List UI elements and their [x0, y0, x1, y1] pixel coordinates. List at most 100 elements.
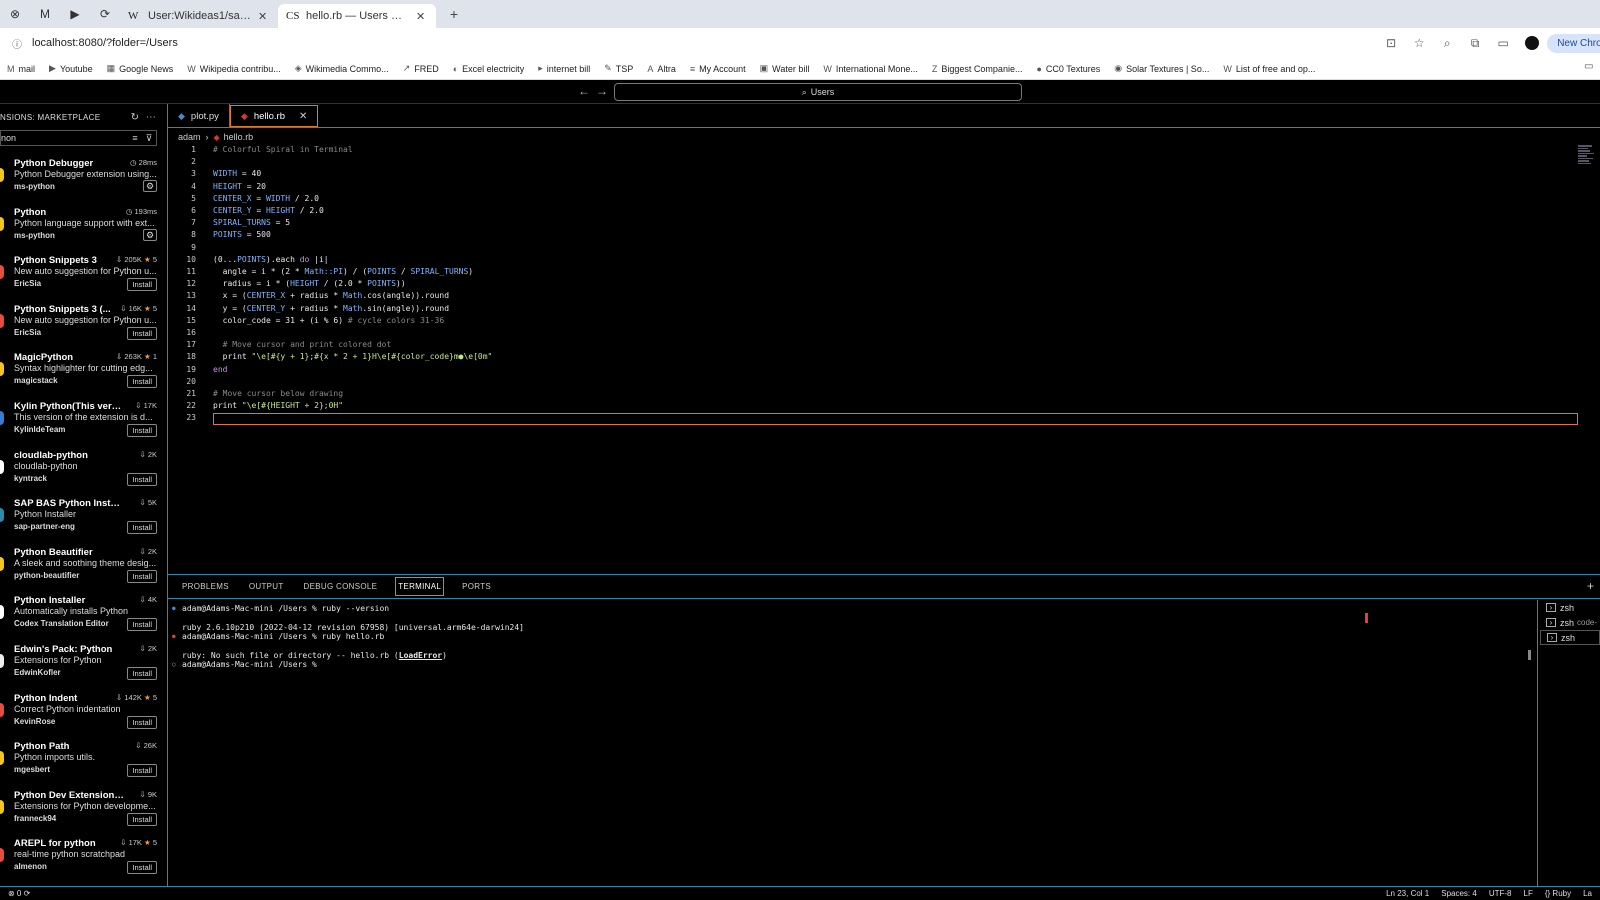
- bookmark-item[interactable]: ≡ My Account: [683, 64, 753, 74]
- bookmark-item[interactable]: W International Mone...: [816, 64, 925, 74]
- install-button[interactable]: Install: [127, 569, 157, 583]
- extension-item[interactable]: Python Indent ⇩ 142K ★ 5 Correct Python in…: [0, 687, 167, 736]
- install-button[interactable]: Install: [127, 375, 157, 389]
- profile-avatar[interactable]: [1525, 36, 1540, 50]
- extension-item[interactable]: cloudlab-python ⇩ 2K cloudlab-python kyntra…: [0, 444, 167, 493]
- extension-item[interactable]: Kylin Python(This versio... ⇩ 17K This ver…: [0, 395, 167, 444]
- more-icon[interactable]: ⋯: [143, 112, 159, 123]
- bookmark-item[interactable]: ✎ TSP: [597, 63, 640, 74]
- install-button[interactable]: Install: [127, 472, 157, 486]
- code-editor[interactable]: 1 # Colorful Spiral in Terminal 2 3 WIDTH = …: [168, 144, 1578, 574]
- status-item[interactable]: UTF-8: [1489, 889, 1512, 898]
- install-button[interactable]: Install: [127, 666, 157, 680]
- panel-tab[interactable]: OUTPUT: [247, 578, 286, 595]
- extension-item[interactable]: Python Dev Extension Pa... ⇩ 9KExtensions…: [0, 784, 167, 833]
- new-terminal-icon[interactable]: +: [1587, 579, 1594, 593]
- close-icon[interactable]: ✕: [416, 10, 428, 23]
- panel-tab[interactable]: PROBLEMS: [180, 578, 231, 595]
- status-item[interactable]: {} Ruby: [1545, 889, 1571, 898]
- new-tab-button[interactable]: +: [442, 6, 466, 22]
- install-button[interactable]: Install: [127, 715, 157, 729]
- forward-arrow-icon[interactable]: →: [596, 84, 608, 98]
- terminal-instance[interactable]: › zsh: [1540, 600, 1600, 615]
- bookmark-item[interactable]: ◉ Solar Textures | So...: [1107, 63, 1216, 74]
- sidepanel-icon[interactable]: ▭: [1489, 36, 1517, 50]
- status-item[interactable]: LF: [1524, 889, 1533, 898]
- extension-item[interactable]: Edwin's Pack: Python ⇩ 2K Extensions for P…: [0, 638, 167, 687]
- install-button[interactable]: Install: [127, 521, 157, 535]
- terminal-error-link[interactable]: LoadError: [399, 651, 442, 660]
- terminal-instance[interactable]: › zsh: [1540, 630, 1600, 645]
- minimap[interactable]: [1578, 144, 1598, 174]
- install-button[interactable]: Install: [127, 861, 157, 875]
- install-button[interactable]: Install: [127, 326, 157, 340]
- extension-item[interactable]: Python Debugger ◷ 28ms Python Debugger ext…: [0, 152, 167, 201]
- terminal-instance[interactable]: › zsh code-: [1540, 615, 1600, 630]
- extension-item[interactable]: Python ◷ 193ms Python language support wit…: [0, 201, 167, 250]
- bookmark-item[interactable]: ● CC0 Textures: [1029, 64, 1107, 74]
- bookmark-item[interactable]: ▣ Water bill: [753, 63, 817, 74]
- zoom-icon[interactable]: ⌕: [1433, 36, 1461, 51]
- back-arrow-icon[interactable]: ←: [578, 84, 590, 98]
- panel-tab[interactable]: TERMINAL: [395, 577, 445, 596]
- browser-tab[interactable]: W User:Wikideas1/sandbox - W ✕: [120, 4, 278, 28]
- bookmark-item[interactable]: Z Biggest Companie...: [925, 64, 1030, 74]
- extension-item[interactable]: Python Snippets 3 (... ⇩ 16K ★ 5 New auto …: [0, 298, 167, 347]
- install-button[interactable]: Install: [127, 764, 157, 778]
- chrome-icon[interactable]: ⊗: [0, 0, 30, 28]
- editor-tab[interactable]: ◆ hello.rb ✕: [229, 105, 319, 127]
- filter-icon[interactable]: ⊽: [142, 133, 156, 144]
- extension-item[interactable]: Python Installer ⇩ 4K Automatically instal…: [0, 589, 167, 638]
- install-app-icon[interactable]: ⊡: [1377, 36, 1405, 50]
- breadcrumb-folder[interactable]: adam: [178, 132, 201, 142]
- bookmark-item[interactable]: A Altra: [640, 64, 683, 74]
- bookmark-item[interactable]: ▦ Google News: [100, 63, 181, 74]
- extension-item[interactable]: Python Beautifier ⇩ 2K A sleek and soothin…: [0, 541, 167, 590]
- browser-tab[interactable]: CS hello.rb — Users — code-serv ✕: [278, 4, 436, 28]
- extension-item[interactable]: Python Snippets 3 ⇩ 205K ★ 5 New auto sugg…: [0, 249, 167, 298]
- folder-icon[interactable]: ▭: [1584, 61, 1593, 72]
- extension-search-input[interactable]: non ≡ ⊽: [0, 130, 157, 146]
- install-button[interactable]: Install: [127, 812, 157, 826]
- command-decoration-icon[interactable]: ●: [172, 632, 176, 642]
- new-chrome-button[interactable]: New Chrom: [1547, 33, 1600, 53]
- install-button[interactable]: Install: [127, 278, 157, 292]
- terminal[interactable]: ● adam@Adams-Mac-mini /Users % ruby --ver…: [168, 600, 1538, 887]
- breadcrumb-file[interactable]: hello.rb: [224, 132, 254, 142]
- address-bar[interactable]: ⓘ localhost:8080/?folder=/Users: [12, 31, 1377, 55]
- command-center[interactable]: ⌕ Users: [614, 83, 1022, 101]
- extensions-icon[interactable]: ⧉: [1461, 36, 1489, 51]
- panel-tab[interactable]: PORTS: [460, 578, 493, 595]
- status-item[interactable]: Spaces: 4: [1441, 889, 1477, 898]
- gear-icon[interactable]: ⚙: [143, 228, 157, 241]
- extension-item[interactable]: AREPL for python ⇩ 17K ★ 5 real-time pytho…: [0, 832, 167, 881]
- terminal-scrollbar[interactable]: [1528, 650, 1531, 660]
- bookmark-item[interactable]: ◐ Excel electricity: [446, 64, 531, 74]
- status-item[interactable]: La: [1583, 889, 1592, 898]
- status-item[interactable]: Ln 23, Col 1: [1386, 889, 1429, 898]
- site-info-icon[interactable]: ⓘ: [12, 36, 32, 51]
- extension-item[interactable]: SAP BAS Python Installer ⇩ 5K Python Insta…: [0, 492, 167, 541]
- status-problems[interactable]: ⊗ 0 ⟳: [8, 889, 30, 898]
- bookmark-item[interactable]: ▸ internet bill: [531, 63, 597, 74]
- extension-item[interactable]: Python Path ⇩ 26K Python imports utils. mge…: [0, 735, 167, 784]
- gear-icon[interactable]: ⚙: [143, 180, 157, 192]
- close-icon[interactable]: ✕: [258, 10, 270, 23]
- extension-item[interactable]: MagicPython ⇩ 263K ★ 1 Syntax highlighter …: [0, 346, 167, 395]
- command-decoration-icon[interactable]: ●: [172, 604, 176, 614]
- bookmark-item[interactable]: W Wikipedia contribu...: [180, 64, 288, 74]
- bookmark-item[interactable]: ▶ Youtube: [42, 63, 100, 74]
- bookmark-star-icon[interactable]: ☆: [1405, 36, 1433, 50]
- clear-filter-icon[interactable]: ≡: [128, 133, 142, 143]
- panel-tab[interactable]: DEBUG CONSOLE: [302, 578, 380, 595]
- refresh-icon[interactable]: ↻: [127, 112, 143, 123]
- bookmark-item[interactable]: ↗ FRED: [396, 63, 446, 74]
- command-decoration-icon[interactable]: ○: [172, 660, 176, 670]
- gmail-icon[interactable]: M: [30, 0, 60, 28]
- bookmark-item[interactable]: W List of free and op...: [1216, 64, 1322, 74]
- install-button[interactable]: Install: [127, 423, 157, 437]
- editor-tab[interactable]: ◆ plot.py: [168, 104, 230, 128]
- youtube-icon[interactable]: ▶: [60, 0, 90, 28]
- close-icon[interactable]: ✕: [299, 111, 307, 122]
- bookmark-item[interactable]: ◈ Wikimedia Commo...: [288, 63, 396, 74]
